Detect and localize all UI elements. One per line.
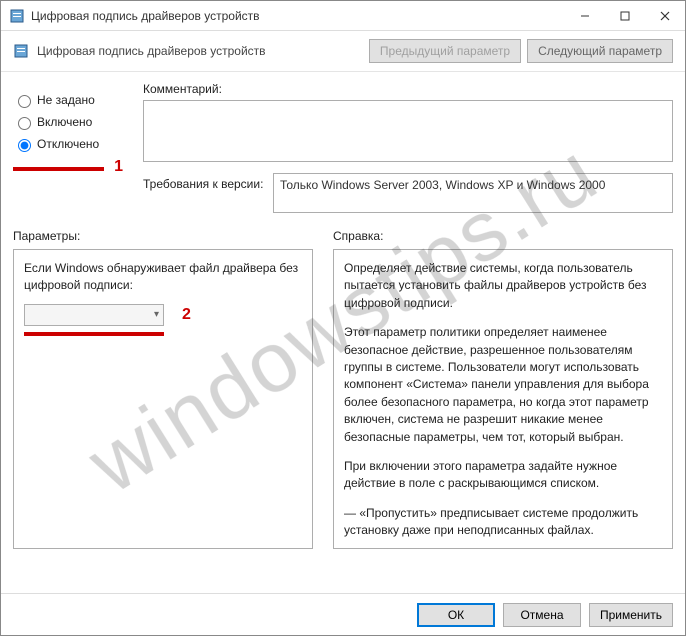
chevron-down-icon: ▾ xyxy=(154,309,159,320)
comment-textarea[interactable] xyxy=(143,100,673,162)
radio-label: Отключено xyxy=(37,137,99,151)
radio-enabled[interactable]: Включено xyxy=(13,114,123,130)
requirements-box: Только Windows Server 2003, Windows XP и… xyxy=(273,173,673,213)
help-paragraph: При включении этого параметра задайте ну… xyxy=(344,458,654,493)
minimize-button[interactable] xyxy=(565,1,605,31)
window-title: Цифровая подпись драйверов устройств xyxy=(31,9,565,23)
help-paragraph: Определяет действие системы, когда польз… xyxy=(344,260,654,312)
header-title: Цифровая подпись драйверов устройств xyxy=(37,44,363,58)
help-box[interactable]: Определяет действие системы, когда польз… xyxy=(333,249,673,549)
help-paragraph: Этот параметр политики определяет наимен… xyxy=(344,324,654,446)
annotation-underline xyxy=(24,332,164,336)
policy-icon xyxy=(13,43,29,59)
content: Не задано Включено Отключено 1 Комментар… xyxy=(1,72,685,549)
radio-not-configured-input[interactable] xyxy=(18,95,31,108)
driver-action-combo[interactable]: ▾ xyxy=(24,304,164,326)
radio-not-configured[interactable]: Не задано xyxy=(13,92,123,108)
requirements-label: Требования к версии: xyxy=(143,173,273,191)
apply-button[interactable]: Применить xyxy=(589,603,673,627)
parameters-box: Если Windows обнаруживает файл драйвера … xyxy=(13,249,313,549)
next-setting-button[interactable]: Следующий параметр xyxy=(527,39,673,63)
footer: ОК Отмена Применить xyxy=(1,593,685,635)
cancel-button[interactable]: Отмена xyxy=(503,603,581,627)
parameters-text: Если Windows обнаруживает файл драйвера … xyxy=(24,260,302,294)
radio-label: Не задано xyxy=(37,93,95,107)
maximize-button[interactable] xyxy=(605,1,645,31)
close-button[interactable] xyxy=(645,1,685,31)
ok-button[interactable]: ОК xyxy=(417,603,495,627)
comment-label: Комментарий: xyxy=(143,82,673,96)
annotation-marker-2: 2 xyxy=(182,306,191,324)
titlebar: Цифровая подпись драйверов устройств xyxy=(1,1,685,31)
radio-disabled[interactable]: Отключено xyxy=(13,136,123,152)
help-label: Справка: xyxy=(333,229,673,243)
radio-label: Включено xyxy=(37,115,92,129)
annotation-marker-1: 1 xyxy=(114,158,123,176)
help-paragraph: — «Пропустить» предписывает системе прод… xyxy=(344,505,654,540)
state-radio-group: Не задано Включено Отключено 1 xyxy=(13,82,123,213)
policy-icon xyxy=(9,8,25,24)
radio-enabled-input[interactable] xyxy=(18,117,31,130)
parameters-label: Параметры: xyxy=(13,229,313,243)
prev-setting-button[interactable]: Предыдущий параметр xyxy=(369,39,521,63)
radio-disabled-input[interactable] xyxy=(18,139,31,152)
header: Цифровая подпись драйверов устройств Пре… xyxy=(1,31,685,72)
annotation-underline xyxy=(13,167,104,171)
